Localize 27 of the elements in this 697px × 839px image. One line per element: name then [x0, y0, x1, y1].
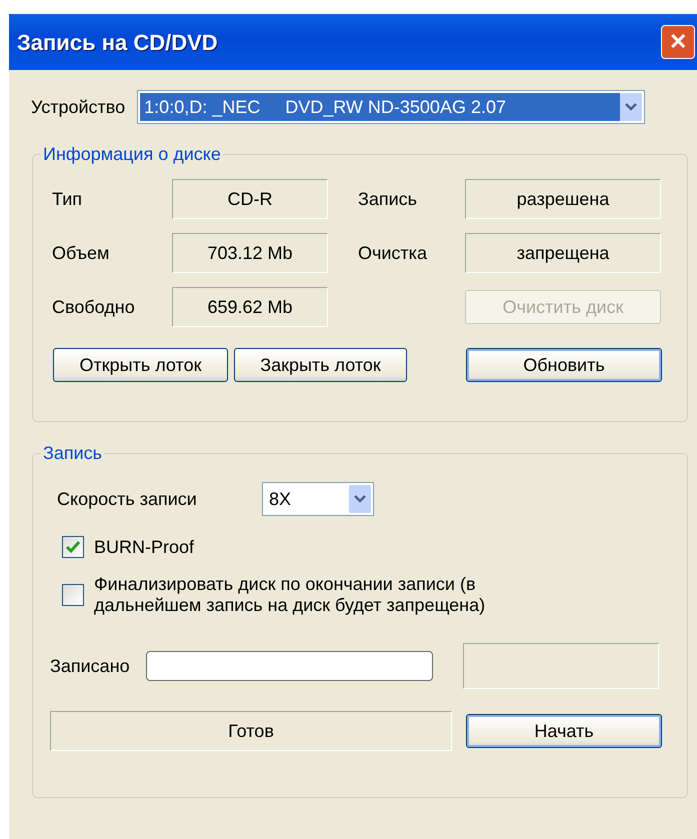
- checkbox[interactable]: [62, 536, 84, 558]
- checkbox[interactable]: [62, 584, 84, 606]
- field-value: 703.12 Mb: [172, 233, 328, 273]
- field-label: Запись: [358, 188, 418, 210]
- status-text: Готов: [50, 711, 452, 752]
- button[interactable]: Открыть лоток: [53, 348, 228, 382]
- speed-dropdown[interactable]: 8X: [262, 482, 374, 516]
- device-dropdown[interactable]: 1:0:0,D: _NEC DVD_RW ND-3500AG 2.07: [137, 90, 646, 124]
- window-title: Запись на CD/DVD: [17, 28, 218, 56]
- field-value: запрещена: [465, 233, 661, 273]
- device-label: Устройство: [31, 96, 126, 119]
- button[interactable]: Закрыть лоток: [234, 348, 407, 382]
- field-label: Тип: [52, 188, 84, 210]
- button[interactable]: Обновить: [466, 348, 662, 382]
- field-value: 659.62 Mb: [172, 287, 328, 327]
- checkbox-label[interactable]: BURN-Proof: [94, 536, 584, 558]
- close-button[interactable]: ✕: [661, 25, 695, 59]
- button: Очистить диск: [465, 290, 661, 324]
- checkbox-label[interactable]: Финализировать диск по окончании записи (в дальнейшем запись на диск будет запрещена): [94, 574, 584, 616]
- field-label: Объем: [52, 242, 110, 264]
- field-value: разрешена: [465, 179, 661, 219]
- field-label: Очистка: [358, 242, 428, 264]
- speed-label: Скорость записи: [57, 488, 198, 511]
- field-value: CD-R: [172, 179, 328, 219]
- start-button[interactable]: Начать: [466, 714, 662, 748]
- field-label: Свободно: [52, 296, 136, 319]
- written-label: Записано: [50, 654, 130, 678]
